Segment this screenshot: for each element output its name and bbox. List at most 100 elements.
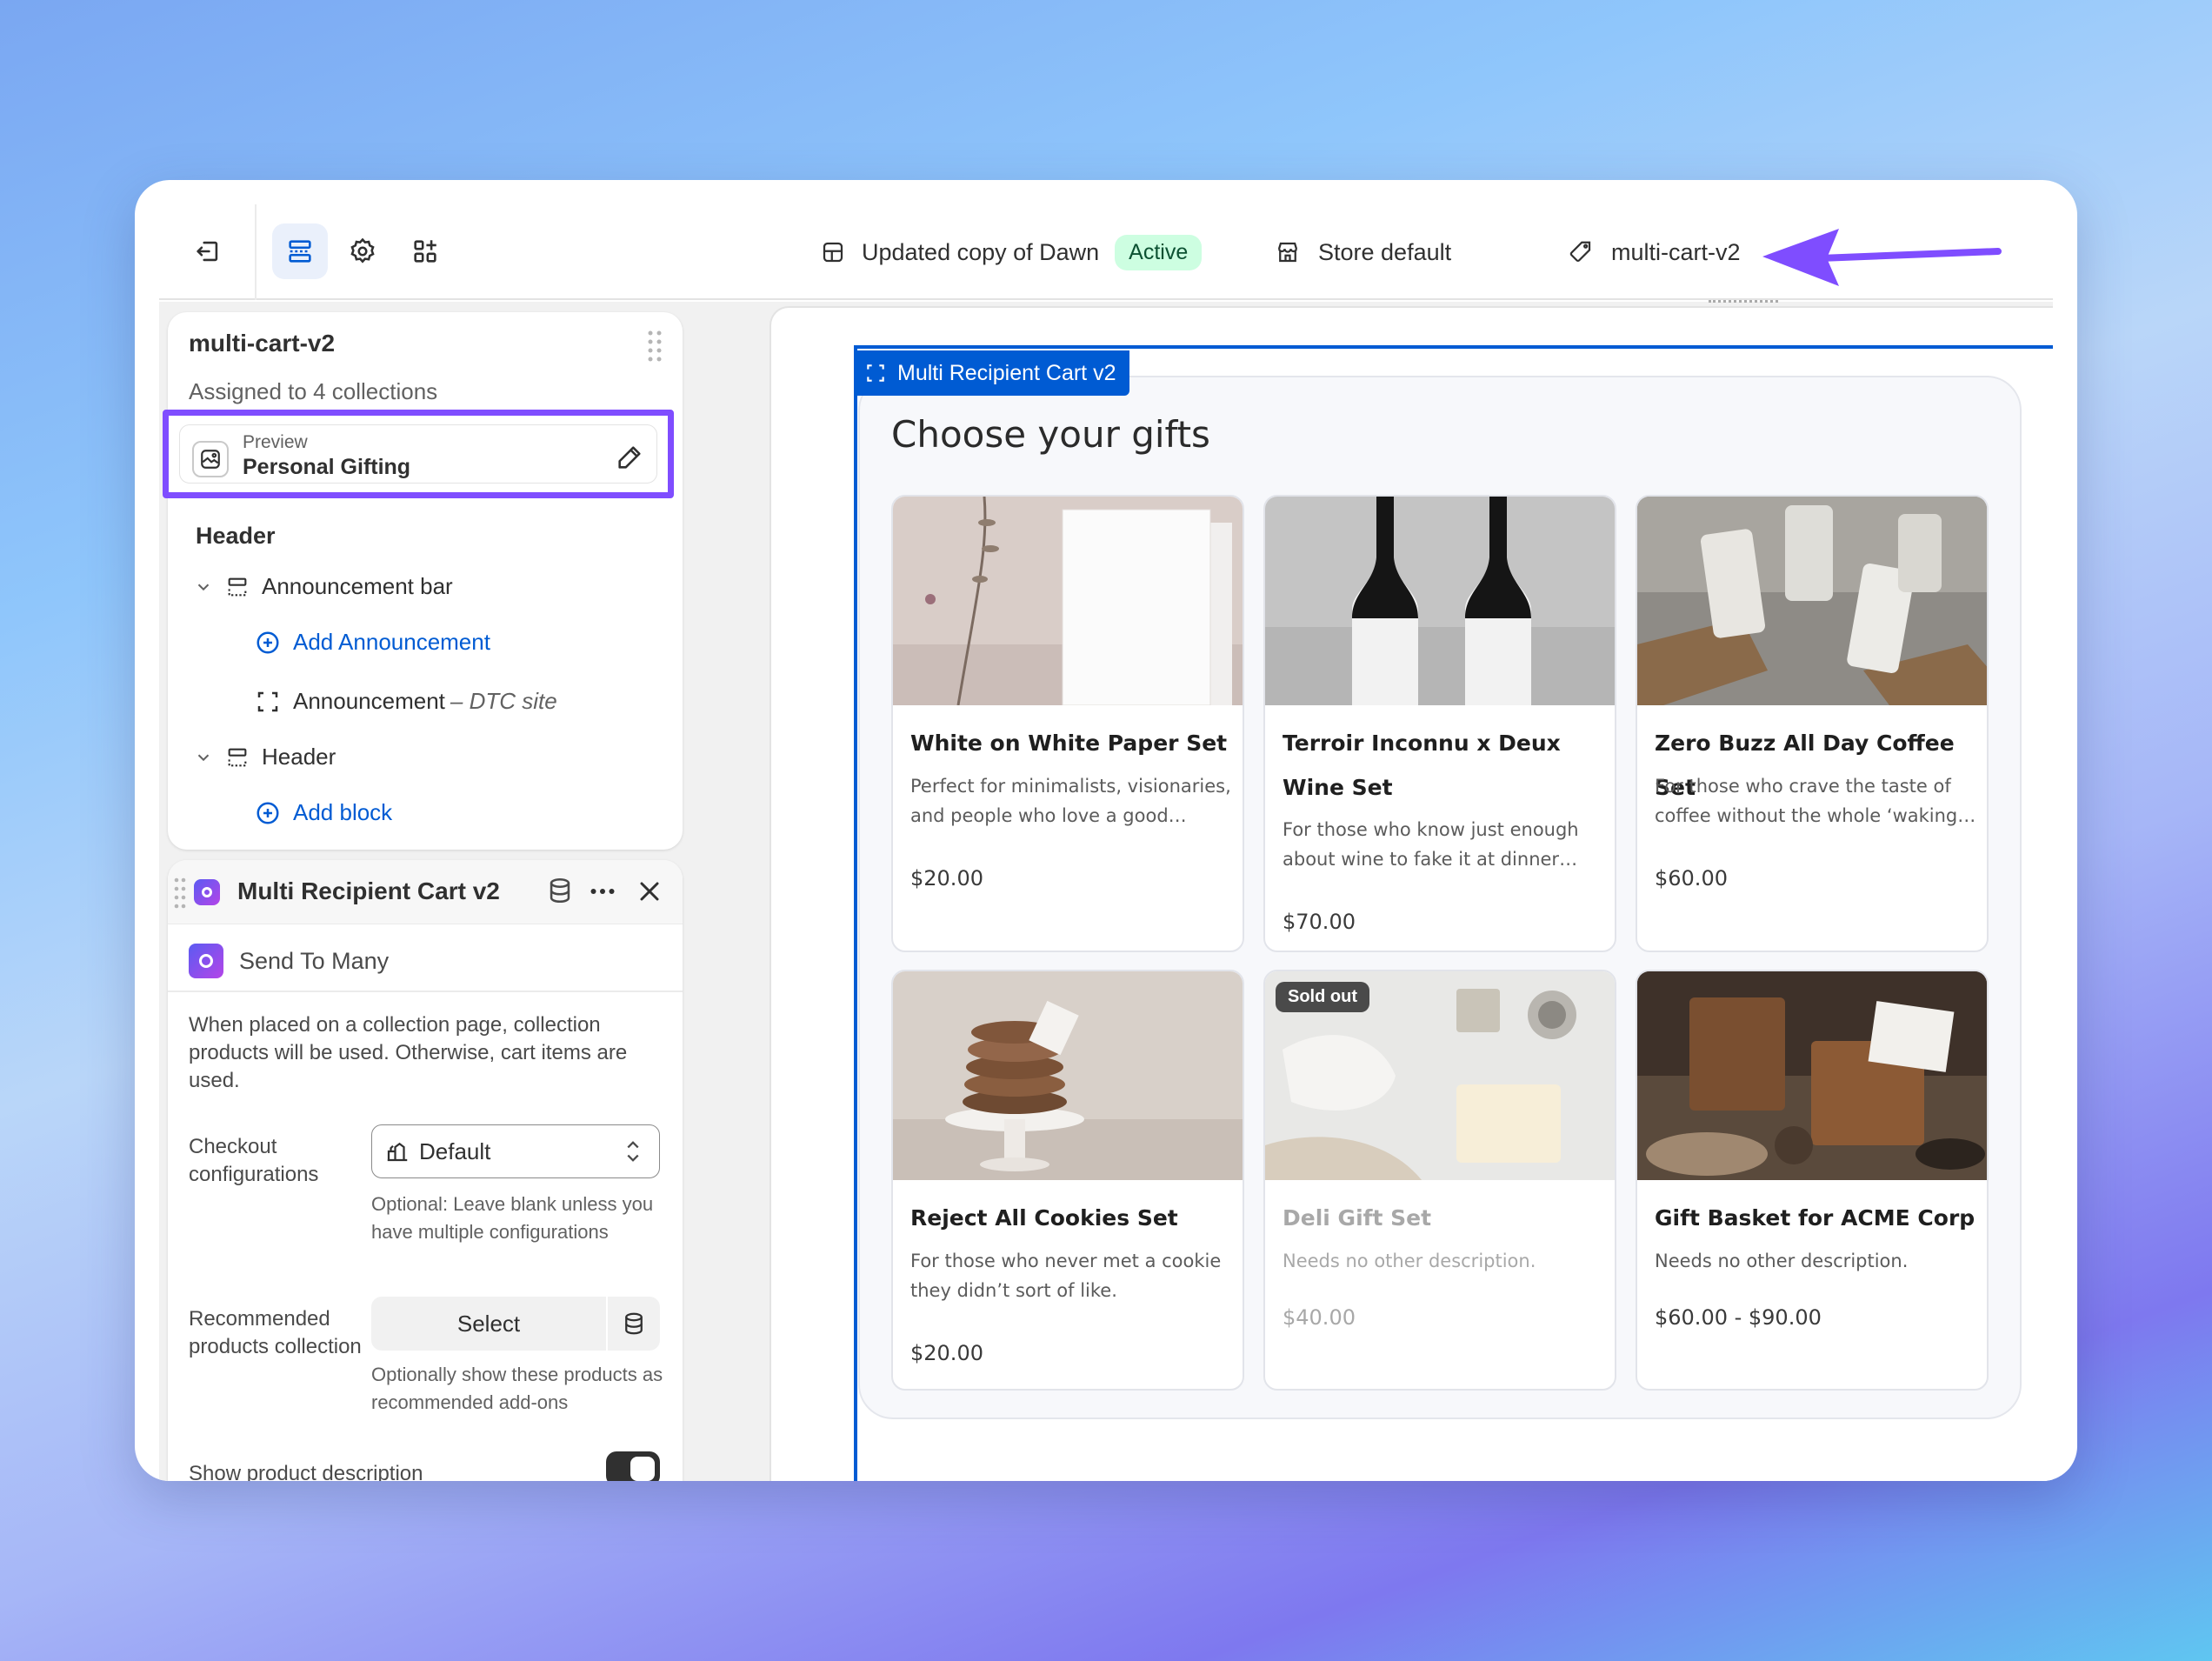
product-price: $70.00 [1283,910,1356,934]
sections-icon [289,240,311,263]
edit-pencil-icon[interactable] [615,443,644,472]
template-title: multi-cart-v2 [189,330,336,357]
section-label: Header [262,744,336,770]
add-block-button[interactable]: Add block [255,799,392,826]
section-icon [228,748,247,766]
dynamic-source-button[interactable] [608,1297,660,1351]
tag-icon [1569,241,1591,263]
product-description: For those who know just enough about win… [1283,819,1579,870]
product-image [893,497,1243,705]
chevron-down-icon[interactable] [194,577,213,597]
database-icon [625,1312,643,1335]
block-icon [257,691,278,711]
section-heading: Choose your gifts [891,413,1210,456]
editor-topbar: Updated copy of Dawn Active Store defaul… [159,204,2053,300]
theme-name: Updated copy of Dawn [862,238,1100,265]
close-icon[interactable] [634,876,665,907]
block-label: Announcement [293,688,445,714]
product-price: $20.00 [910,1341,983,1365]
divider [168,991,683,992]
add-block-label: Add block [293,799,393,825]
sections-tab-button[interactable] [272,223,328,279]
exit-button[interactable] [185,229,230,274]
section-header[interactable]: Header [194,744,336,770]
product-card[interactable]: Reject All Cookies Set For those who nev… [891,970,1244,1391]
section-label: Announcement bar [262,573,453,599]
section-announcement-bar[interactable]: Announcement bar [194,573,453,600]
product-description: Perfect for minimalists, visionaries, an… [910,776,1231,826]
product-price: $60.00 [1655,866,1728,891]
apps-icon [414,240,436,263]
product-name: Gift Basket for ACME Corp [1655,1205,1975,1231]
preview-selector[interactable]: Preview Personal Gifting [179,424,657,484]
plus-circle-icon [257,802,279,824]
select-collection-button[interactable]: Select [371,1297,606,1351]
template-name: multi-cart-v2 [1611,238,1741,265]
database-icon[interactable] [545,876,575,905]
preview-value: Personal Gifting [243,455,411,479]
product-description: For those who crave the taste of coffee … [1655,776,1976,826]
show-description-toggle[interactable] [606,1451,660,1481]
drag-handle-icon[interactable] [646,328,663,366]
header-group-heading: Header [196,523,276,549]
app-attribution: Send To Many [189,944,389,978]
product-image [893,971,1243,1180]
block-panel-header: Multi Recipient Cart v2 [168,860,683,924]
toggle-knob [630,1457,655,1481]
resize-handle[interactable] [1709,300,1778,305]
block-description: When placed on a collection page, collec… [189,1013,628,1092]
topbar-divider [255,204,257,300]
product-image [1265,497,1615,705]
chevron-down-icon[interactable] [194,748,213,767]
product-image [1637,497,1987,705]
editor-sidebar: multi-cart-v2 Assigned to 4 collections … [159,302,698,1481]
block-announcement[interactable]: Announcement – DTC site [255,688,557,715]
product-card[interactable]: White on White Paper Set Perfect for min… [891,495,1244,952]
more-options-icon[interactable] [587,876,618,907]
add-announcement-button[interactable]: Add Announcement [255,629,490,656]
app-logo-icon [194,879,220,905]
selected-section-tag[interactable]: Multi Recipient Cart v2 [854,350,1130,396]
show-description-label: Show product description [189,1462,423,1481]
preview-highlight-box: Preview Personal Gifting [163,410,674,498]
product-card[interactable]: Terroir Inconnu x Deux Wine Set For thos… [1263,495,1616,952]
select-chevron-icon [627,1141,639,1162]
product-description: Needs no other description. [1283,1251,1536,1271]
section-icon [228,577,247,596]
exit-icon [197,241,218,262]
theme-selector[interactable]: Updated copy of Dawn Active [820,230,1203,274]
settings-icon [350,237,375,263]
product-description: Needs no other description. [1655,1251,1909,1271]
add-announcement-label: Add Announcement [293,629,490,655]
checkout-config-value: Default [419,1137,491,1164]
product-card[interactable]: Zero Buzz All Day Coffee Set For those w… [1636,495,1989,952]
theme-editor-window: Updated copy of Dawn Active Store defaul… [135,180,2077,1481]
template-assignment: Assigned to 4 collections [189,378,438,404]
product-name: Reject All Cookies Set [910,1205,1178,1231]
theme-icon [823,242,843,263]
store-icon [1277,242,1298,263]
plus-circle-icon [257,631,279,653]
section-tag-label: Multi Recipient Cart v2 [897,360,1116,385]
product-price: $40.00 [1283,1305,1356,1330]
store-label: Store default [1318,238,1452,265]
checkout-config-label: Checkout configurations [189,1135,319,1186]
product-image [1637,971,1987,1180]
sold-out-badge: Sold out [1276,982,1369,1012]
store-checkout-icon [387,1142,408,1162]
app-embeds-button[interactable] [397,223,453,279]
image-icon [192,441,229,477]
recommended-label: Recommended products collection [189,1307,362,1358]
template-selector[interactable]: multi-cart-v2 [1568,230,1741,274]
block-note: – DTC site [450,688,557,714]
app-name: Send To Many [239,947,390,974]
store-selector[interactable]: Store default [1275,230,1451,274]
drag-handle-icon[interactable] [173,876,187,911]
product-card[interactable]: Gift Basket for ACME Corp Needs no other… [1636,970,1989,1391]
theme-settings-button[interactable] [335,223,390,279]
template-card: multi-cart-v2 Assigned to 4 collections … [163,312,683,850]
product-price: $60.00 - $90.00 [1655,1305,1822,1330]
block-panel-title: Multi Recipient Cart v2 [237,877,500,904]
checkout-config-select[interactable]: Default [371,1124,660,1178]
product-card[interactable]: Sold out Deli Gift Set Needs no other de… [1263,970,1616,1391]
